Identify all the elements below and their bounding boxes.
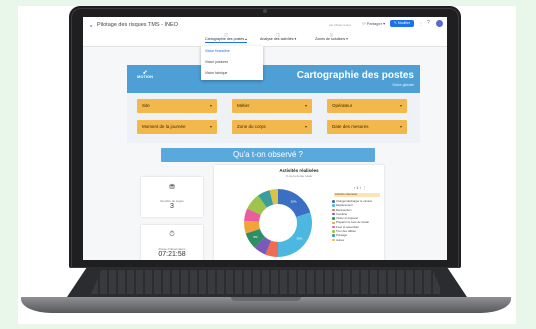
owner-text: par Olivier Guiot [329,23,351,27]
kpi-card-duration: ⏱ Durée d'observation 07:21:58 [141,225,203,260]
kpi-value: 07:21:58 [158,251,186,258]
chart-card: Activités réalisées % de la durée totale… [214,165,384,260]
caret-down-icon: ▾ [209,124,212,129]
legend-swatch [332,221,335,224]
stopwatch-icon: ⏱ [169,231,175,238]
avatar[interactable] [436,20,443,27]
screen: ◔ Pilotage des risques TMS - INEO par Ol… [83,17,447,260]
opening-notch [231,297,301,301]
tab-dropdown-menu: Vision financière Vision postures Vision… [201,46,263,80]
chart-legend: Charger/décharger le camion Déplacement Ma… [332,199,382,242]
looker-studio-icon[interactable]: ◔ [88,22,93,31]
legend-swatch [332,217,335,220]
report-name[interactable]: Pilotage des risques TMS - INEO [97,22,178,28]
edit-label: Modifier [397,21,411,25]
filter-site[interactable]: Site ▾ [137,99,217,113]
filter-label: Opérateur [332,103,353,108]
users-icon: ⛃ [169,184,175,191]
filter-label: Site [142,103,150,108]
brand-logo: ➶ MOTION [133,70,157,85]
legend-swatch [332,208,335,212]
kpi-value: 3 [170,203,174,210]
page-title: Cartographie des postes [296,70,414,81]
menu-item[interactable]: Vision fabrique [201,68,263,79]
laptop-lid: ◔ Pilotage des risques TMS - INEO par Ol… [69,6,461,268]
legend-swatch [332,212,335,216]
filter-zone[interactable]: Zone du corps ▾ [232,120,312,134]
slice-label: 8% [253,235,258,239]
tab-label: Cartographie des postes [205,37,245,41]
donut-chart[interactable]: 20% 30% 8% [228,187,328,260]
filter-date[interactable]: Date des mesures ▾ [327,120,407,134]
laptop-base [21,267,511,319]
brand-name: MOTION [137,74,153,79]
donut-slice[interactable] [278,212,312,257]
legend-swatch [332,200,335,203]
caret-down-icon: ▾ [399,124,402,129]
caret-down-icon: ▾ [209,103,212,108]
filter-operateur[interactable]: Opérateur ▾ [327,99,407,113]
chart-subtitle: % de la durée totale [285,174,313,178]
caret-down-icon: ▾ [304,124,307,129]
legend-label: Autres [336,237,345,242]
page-subtitle: Vision globale [392,83,414,87]
filter-label: Zone du corps [237,124,266,129]
report-header: ➶ MOTION Cartographie des postes Vision … [127,65,420,93]
slice-label: 20% [291,200,297,204]
tab-cartographie[interactable]: ◫ Cartographie des postes ▴ [205,32,247,43]
share-label: Partager [366,21,383,26]
legend-swatch [332,234,335,237]
app-bar: ◔ Pilotage des risques TMS - INEO par Ol… [83,17,447,47]
help-icon[interactable]: ? [427,20,430,26]
legend-swatch [332,204,335,207]
caret-down-icon: ▾ [304,103,307,108]
filter-label: Date des mesures [332,124,369,129]
section-title: Qu'a t-on observé ? [161,148,375,162]
menu-item[interactable]: Vision financière [201,46,263,57]
more-vert-icon[interactable]: ⋮ [419,21,423,26]
slice-label: 30% [296,237,302,241]
filter-bar: Site ▾ Métier ▾ Opérateur ▾ Moment de la jo… [127,93,420,143]
legend-swatch [332,225,335,229]
tab-zones[interactable]: ◫ Zones de solutions ▾ [315,32,348,41]
legend-header: Activités observées [334,193,380,197]
tab-analyse[interactable]: ◫ Analyse des activités ▾ [260,32,296,41]
chart-pager[interactable]: ‹ 1 › ⋮ [354,185,366,190]
legend-swatch [332,230,335,233]
keyboard [91,270,443,294]
kpi-card-subjects: ⛃ Nombre de sujets 3 [141,177,203,217]
filter-label: Moment de la journée [142,124,186,129]
legend-swatch [332,238,335,242]
tab-label: Zones de solutions [315,37,346,41]
filter-moment[interactable]: Moment de la journée ▾ [137,120,217,134]
caret-down-icon: ▾ [399,103,402,108]
menu-item[interactable]: Vision postures [201,57,263,68]
filter-metier[interactable]: Métier ▾ [232,99,312,113]
share-button[interactable]: ⚇ Partager ▾ [362,21,385,26]
webcam [263,9,267,13]
filter-label: Métier [237,103,250,108]
edit-button[interactable]: ✎ Modifier [390,20,414,27]
chart-title: Activités réalisées [279,168,319,173]
tab-label: Analyse des activités [260,37,294,41]
legend-item[interactable]: Autres [332,238,382,242]
